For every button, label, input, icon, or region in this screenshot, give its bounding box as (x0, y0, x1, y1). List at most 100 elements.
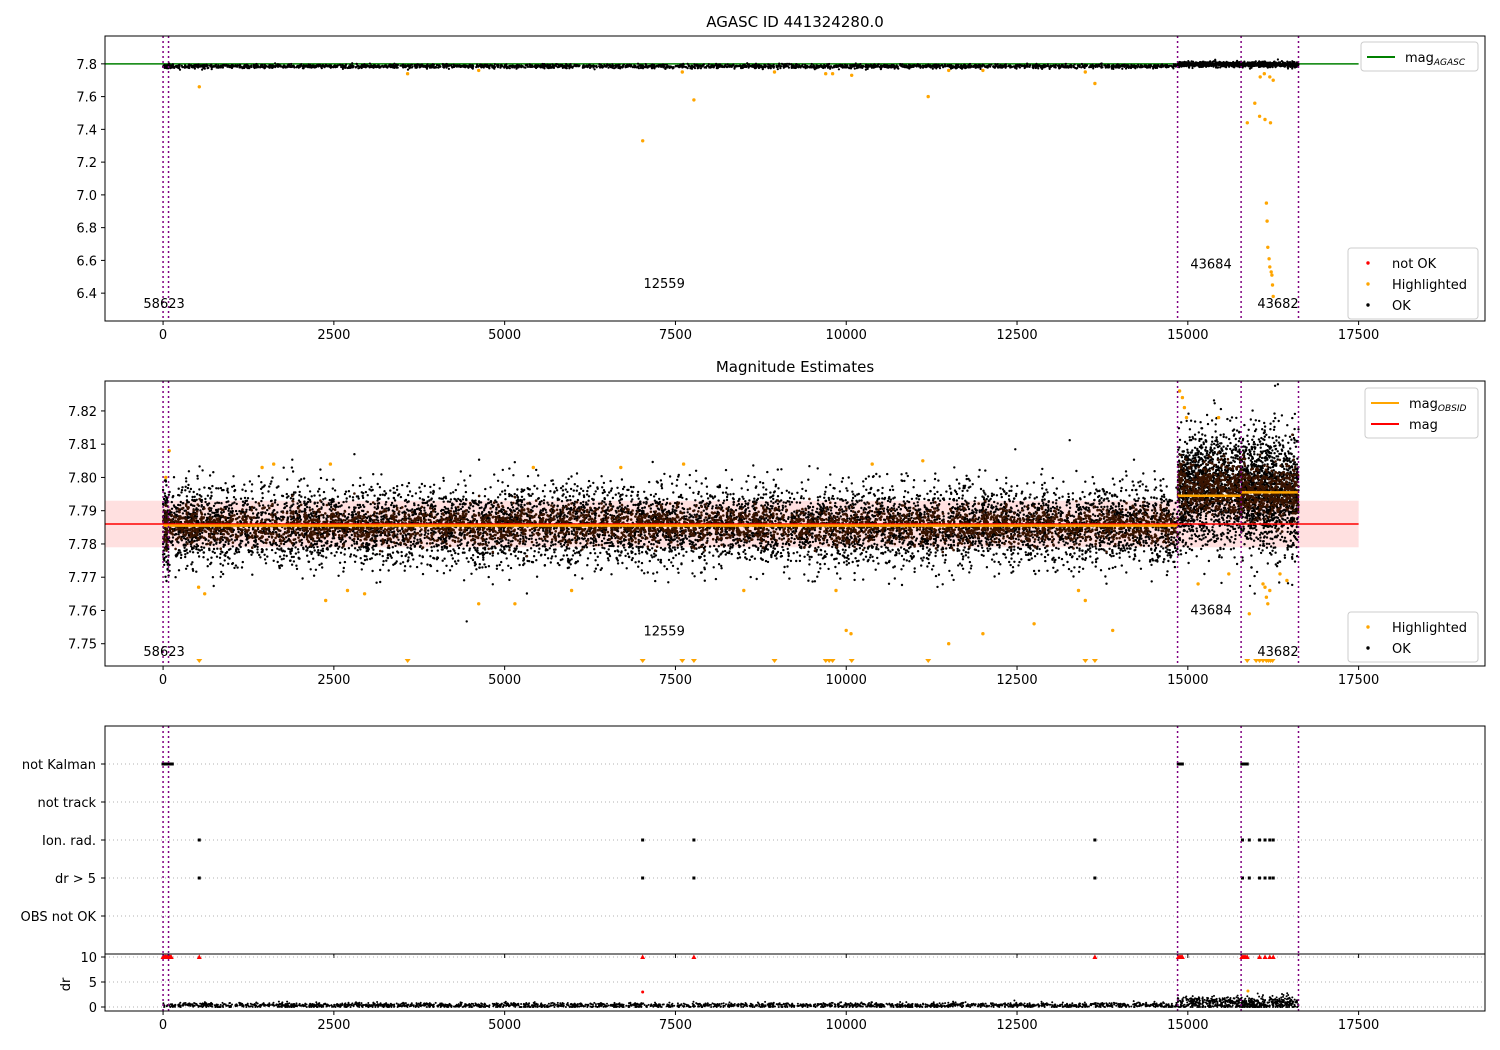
ok-point (963, 65, 966, 68)
ok-point (1004, 66, 1007, 69)
ok-point (218, 556, 222, 559)
ok-point (307, 63, 310, 66)
ok-point (996, 502, 999, 505)
ok-point (903, 479, 906, 483)
ok-point (164, 575, 167, 578)
ok-point (193, 64, 196, 67)
ok-point (1234, 63, 1237, 66)
ok-point (378, 65, 381, 68)
ok-point (655, 571, 659, 574)
ok-point (844, 499, 847, 502)
ok-point (166, 568, 169, 571)
ok-point (196, 477, 199, 480)
ok-point (531, 64, 534, 67)
ok-point (937, 479, 940, 482)
ok-point (1005, 482, 1008, 485)
ok-point (1075, 469, 1078, 473)
ok-point (711, 507, 714, 510)
highlighted-point (1253, 101, 1257, 105)
ok-point (1074, 510, 1078, 514)
ok-point (818, 495, 822, 498)
ok-point (237, 530, 240, 534)
ok-point (348, 65, 351, 68)
ok-point (854, 62, 857, 65)
ok-point (469, 64, 472, 67)
ok-point (406, 68, 410, 71)
ok-point (274, 551, 277, 555)
ok-point (661, 63, 665, 66)
ok-point (844, 63, 847, 66)
obsid-label: 58623 (143, 297, 184, 312)
ok-point (1137, 497, 1140, 500)
ok-point (626, 504, 629, 508)
ok-point (676, 567, 679, 570)
ok-point (308, 490, 312, 493)
ok-point (1127, 64, 1130, 67)
ok-point (452, 65, 455, 69)
ok-point (742, 544, 745, 547)
ok-point (793, 66, 796, 69)
ok-point (231, 545, 234, 548)
ok-point (170, 66, 173, 69)
ok-point (493, 63, 496, 66)
ok-point (410, 63, 413, 66)
ok-point (290, 62, 293, 66)
ok-point (386, 554, 390, 557)
ok-point (1100, 66, 1103, 69)
ok-point (360, 63, 364, 66)
top-panel-title: AGASC ID 441324280.0 (706, 13, 884, 31)
ok-point (725, 486, 728, 490)
ok-point (1117, 505, 1120, 508)
ok-point (171, 536, 175, 539)
ok-point (164, 501, 167, 505)
ok-point (715, 62, 718, 65)
ok-point (959, 65, 962, 68)
ok-point (461, 498, 465, 501)
ok-point (1111, 502, 1114, 505)
ok-point (301, 67, 304, 70)
ok-point (291, 64, 294, 67)
ok-point (534, 66, 537, 69)
ok-point (508, 64, 512, 67)
ok-point (1080, 62, 1083, 66)
ok-point (1107, 499, 1110, 503)
ok-point (270, 480, 273, 483)
ok-point (185, 480, 188, 483)
ok-point (1272, 64, 1275, 67)
ok-point (1225, 66, 1228, 69)
ok-point (819, 563, 822, 566)
ok-point (614, 64, 617, 67)
highlighted-point (680, 70, 684, 74)
ok-point (1137, 64, 1140, 67)
ok-point (820, 65, 823, 68)
ok-point (373, 494, 376, 497)
ok-point (1215, 64, 1218, 67)
ok-point (520, 490, 523, 493)
ok-point (875, 472, 878, 476)
ok-point (428, 65, 431, 69)
ok-point (476, 63, 479, 66)
ok-point (686, 511, 689, 514)
ok-point (196, 551, 200, 554)
ok-point (183, 66, 186, 69)
ok-point (1147, 66, 1150, 69)
ok-point (955, 63, 958, 66)
ok-point (1160, 501, 1163, 504)
ok-point (586, 65, 589, 68)
highlighted-point (981, 68, 985, 73)
legend-label: OK (1392, 299, 1411, 314)
ok-point (346, 66, 349, 70)
ok-point (660, 487, 664, 490)
ok-point (995, 552, 998, 555)
ok-point (431, 63, 434, 66)
ok-point (161, 502, 165, 506)
ok-point (305, 505, 309, 509)
ok-point (1289, 65, 1292, 68)
ok-point (1010, 65, 1013, 68)
y-tick-label: 7.4 (76, 123, 97, 138)
ok-point (903, 65, 906, 68)
ok-point (778, 62, 781, 65)
ok-point (1191, 66, 1194, 70)
y-tick-label: 7.0 (76, 189, 97, 204)
ok-point (163, 563, 166, 567)
